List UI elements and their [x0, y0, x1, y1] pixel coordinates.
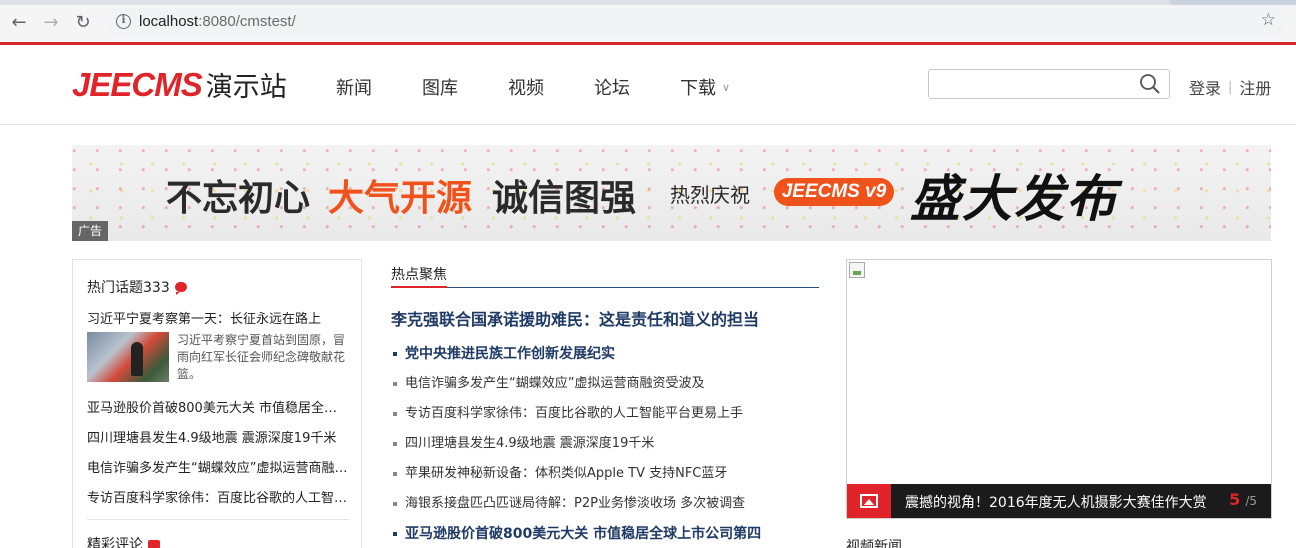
list-item[interactable]: 四川理塘县发生4.9级地震 震源深度19千米 [87, 430, 349, 460]
hot-topics-title-text: 热门话题333 [87, 280, 170, 296]
hot-focus-header: 热点聚焦 [391, 264, 819, 288]
search-icon[interactable] [1139, 73, 1161, 95]
url-path: :8080/cmstest/ [198, 13, 296, 30]
banner-slogan-2: 大气开源 [328, 178, 473, 219]
forward-arrow-icon[interactable]: → [39, 10, 63, 34]
thumbnail-figure [131, 342, 143, 376]
news-item-text: 电信诈骗多发产生“蝴蝶效应”虚拟运营商融资受波及 [405, 376, 705, 391]
auth-links: 登录 | 注册 [1189, 75, 1271, 99]
url-host: localhost [139, 13, 199, 30]
list-item[interactable]: 亚马逊股价首破800美元大关 市值稳居全球上市公司第四 [391, 519, 819, 548]
comment-bubble-icon [148, 539, 160, 548]
list-item[interactable]: 四川理塘县发生4.9级地震 震源深度19千米 [391, 429, 819, 459]
nav-item-gallery[interactable]: 图库 [422, 74, 458, 100]
auth-separator: | [1228, 79, 1233, 95]
address-bar[interactable]: i localhost:8080/cmstest/ ☆ [106, 8, 1286, 36]
nav-label: 图库 [422, 78, 458, 99]
list-item[interactable]: 党中央推进民族工作创新发展纪实 [391, 339, 819, 369]
browser-tab[interactable] [1170, 0, 1296, 5]
slideshow-caption[interactable]: 震撼的视角！2016年度无人机摄影大赛佳作大赏 [905, 492, 1207, 512]
news-list: 党中央推进民族工作创新发展纪实 电信诈骗多发产生“蝴蝶效应”虚拟运营商融资受波及… [391, 339, 819, 548]
ad-label: 广告 [72, 221, 108, 241]
search-input[interactable] [929, 70, 1129, 98]
list-item[interactable]: 电信诈骗多发产生“蝴蝶效应”虚拟运营商融资受波及 [87, 460, 349, 490]
nav-label: 下载 [680, 78, 716, 99]
news-item-text: 苹果研发神秘新设备：体积类似Apple TV 支持NFC蓝牙 [405, 466, 728, 481]
url-text[interactable]: localhost:8080/cmstest/ [139, 13, 296, 30]
bullet-icon [393, 532, 397, 536]
site-logo[interactable]: JEECMS 演示站 [72, 65, 287, 105]
browser-chrome: ← → ↻ i localhost:8080/cmstest/ ☆ [0, 0, 1296, 42]
bullet-icon [393, 472, 397, 476]
login-link[interactable]: 登录 [1189, 75, 1221, 99]
bullet-icon [393, 502, 397, 506]
reload-icon[interactable]: ↻ [71, 10, 95, 34]
banner-product-pill: JEECMS v9 [774, 178, 894, 206]
main-nav: 新闻 图库 视频 论坛 下载 ∨ [336, 74, 780, 100]
nav-item-download[interactable]: 下载 ∨ [680, 74, 730, 100]
list-item[interactable]: 电信诈骗多发产生“蝴蝶效应”虚拟运营商融资受波及 [391, 369, 819, 399]
comments-title: 精彩评论 [87, 534, 160, 548]
list-item[interactable]: 海银系接盘匹凸匹谜局待解：P2P业务惨淡收场 多次被调查 [391, 489, 819, 519]
lead-topic-link[interactable]: 习近平宁夏考察第一天：长征永远在路上 [87, 308, 321, 327]
list-item[interactable]: 专访百度科学家徐伟：百度比谷歌的人工智能平台更易上手 [87, 490, 349, 520]
banner-slogan-1: 不忘初心 [166, 178, 311, 219]
register-link[interactable]: 注册 [1239, 75, 1271, 99]
pager-current: 5 [1229, 490, 1241, 509]
logo-subtitle: 演示站 [205, 72, 287, 103]
tab-hot-focus[interactable]: 热点聚焦 [391, 264, 447, 288]
list-item[interactable]: 专访百度科学家徐伟：百度比谷歌的人工智能平台更易上手 [391, 399, 819, 429]
bullet-icon [393, 382, 397, 386]
bookmark-star-icon[interactable]: ☆ [1261, 10, 1276, 30]
news-item-text: 海银系接盘匹凸匹谜局待解：P2P业务惨淡收场 多次被调查 [405, 496, 746, 511]
headline-link[interactable]: 李克强联合国承诺援助难民：这是责任和道义的担当 [391, 306, 759, 330]
site-header: JEECMS 演示站 新闻 图库 视频 论坛 下载 ∨ 登录 | 注册 [0, 45, 1296, 125]
slideshow-caption-bar: 震撼的视角！2016年度无人机摄影大赛佳作大赏 5/5 [847, 484, 1271, 518]
hot-topics-list: 亚马逊股价首破800美元大关 市值稳居全球上市公司第四 四川理塘县发生4.9级地… [87, 400, 349, 520]
nav-label: 视频 [508, 78, 544, 99]
info-icon[interactable]: i [116, 14, 131, 29]
lead-topic-thumbnail[interactable] [87, 332, 169, 382]
news-item-text: 党中央推进民族工作创新发展纪实 [405, 346, 615, 362]
bullet-icon [393, 442, 397, 446]
hot-bubble-icon [174, 282, 187, 295]
logo-brand: JEECMS [72, 66, 203, 103]
broken-image-icon [849, 262, 865, 278]
tab-strip [0, 0, 1296, 5]
hot-focus-section: 热点聚焦 李克强联合国承诺援助难民：这是责任和道义的担当 党中央推进民族工作创新… [391, 259, 819, 548]
banner-slogan-3: 诚信图强 [492, 178, 637, 219]
banner-ad[interactable]: 不忘初心 大气开源 诚信图强 热烈庆祝 JEECMS v9 盛大发布 广告 [72, 145, 1271, 241]
news-item-text: 专访百度科学家徐伟：百度比谷歌的人工智能平台更易上手 [405, 406, 744, 421]
list-item[interactable]: 苹果研发神秘新设备：体积类似Apple TV 支持NFC蓝牙 [391, 459, 819, 489]
nav-item-video[interactable]: 视频 [508, 74, 544, 100]
chevron-down-icon: ∨ [722, 80, 731, 94]
photo-slideshow[interactable]: 震撼的视角！2016年度无人机摄影大赛佳作大赏 5/5 [846, 259, 1272, 519]
nav-label: 论坛 [594, 78, 630, 99]
pager-total: /5 [1245, 494, 1257, 508]
panel-divider [87, 519, 349, 520]
banner-release-text: 盛大发布 [910, 169, 1118, 228]
hot-topics-panel: 热门话题333 习近平宁夏考察第一天：长征永远在路上 习近平考察宁夏首站到固原，… [72, 259, 362, 548]
banner-celebrate: 热烈庆祝 [670, 183, 750, 207]
news-item-text: 亚马逊股价首破800美元大关 市值稳居全球上市公司第四 [405, 526, 762, 542]
news-item-text: 四川理塘县发生4.9级地震 震源深度19千米 [405, 436, 655, 451]
list-item[interactable]: 亚马逊股价首破800美元大关 市值稳居全球上市公司第四 [87, 400, 349, 430]
back-arrow-icon[interactable]: ← [7, 10, 31, 34]
slideshow-pager: 5/5 [1229, 490, 1257, 509]
nav-item-forum[interactable]: 论坛 [594, 74, 630, 100]
search-box[interactable] [928, 69, 1170, 99]
bullet-icon [393, 352, 397, 356]
image-icon [847, 484, 891, 518]
nav-item-news[interactable]: 新闻 [336, 74, 372, 100]
video-news-title: 视频新闻 [846, 539, 902, 548]
lead-topic-summary: 习近平考察宁夏首站到固原，冒雨向红军长征会师纪念碑敬献花篮。 [177, 333, 346, 381]
nav-label: 新闻 [336, 78, 372, 99]
comments-title-text: 精彩评论 [87, 537, 143, 548]
hot-topics-title: 热门话题333 [87, 277, 187, 297]
bullet-icon [393, 412, 397, 416]
